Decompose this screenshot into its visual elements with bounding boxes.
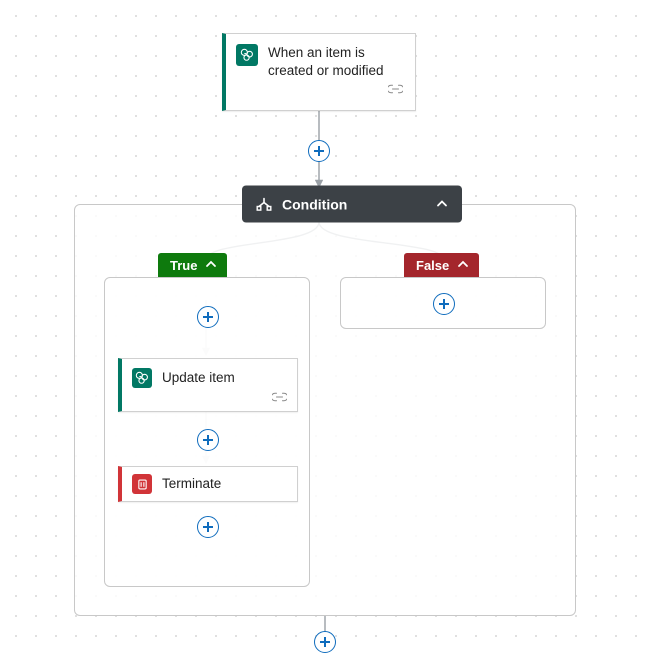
true-branch-header[interactable]: True [158,253,227,277]
condition-icon [256,197,272,211]
link-icon [388,84,403,94]
add-action-button-false[interactable] [433,293,455,315]
add-action-button-true-bottom[interactable] [197,516,219,538]
trigger-title: When an item is created or modified [268,44,403,80]
action-title: Terminate [162,473,221,495]
chevron-up-icon [436,196,448,212]
false-branch-box [340,277,546,329]
add-action-button-bottom[interactable] [314,631,336,653]
chevron-up-icon [457,258,469,273]
true-branch-label: True [170,258,197,273]
trigger-card[interactable]: When an item is created or modified [222,33,416,111]
chevron-up-icon [205,258,217,273]
sharepoint-icon [132,368,152,388]
false-branch-header[interactable]: False [404,253,479,277]
terminate-icon [132,474,152,494]
false-branch-label: False [416,258,449,273]
add-action-button-top[interactable] [308,140,330,162]
condition-container: True Update item [74,204,576,616]
add-action-button-true-top[interactable] [197,306,219,328]
action-title: Update item [162,367,235,389]
sharepoint-icon [236,44,258,66]
action-card-terminate[interactable]: Terminate [118,466,298,502]
action-card-update-item[interactable]: Update item [118,358,298,412]
true-branch-box: Update item Terminate [104,277,310,587]
condition-card[interactable]: Condition [242,186,462,223]
add-action-button-true-mid[interactable] [197,429,219,451]
condition-label: Condition [282,196,347,212]
link-icon [272,392,287,402]
